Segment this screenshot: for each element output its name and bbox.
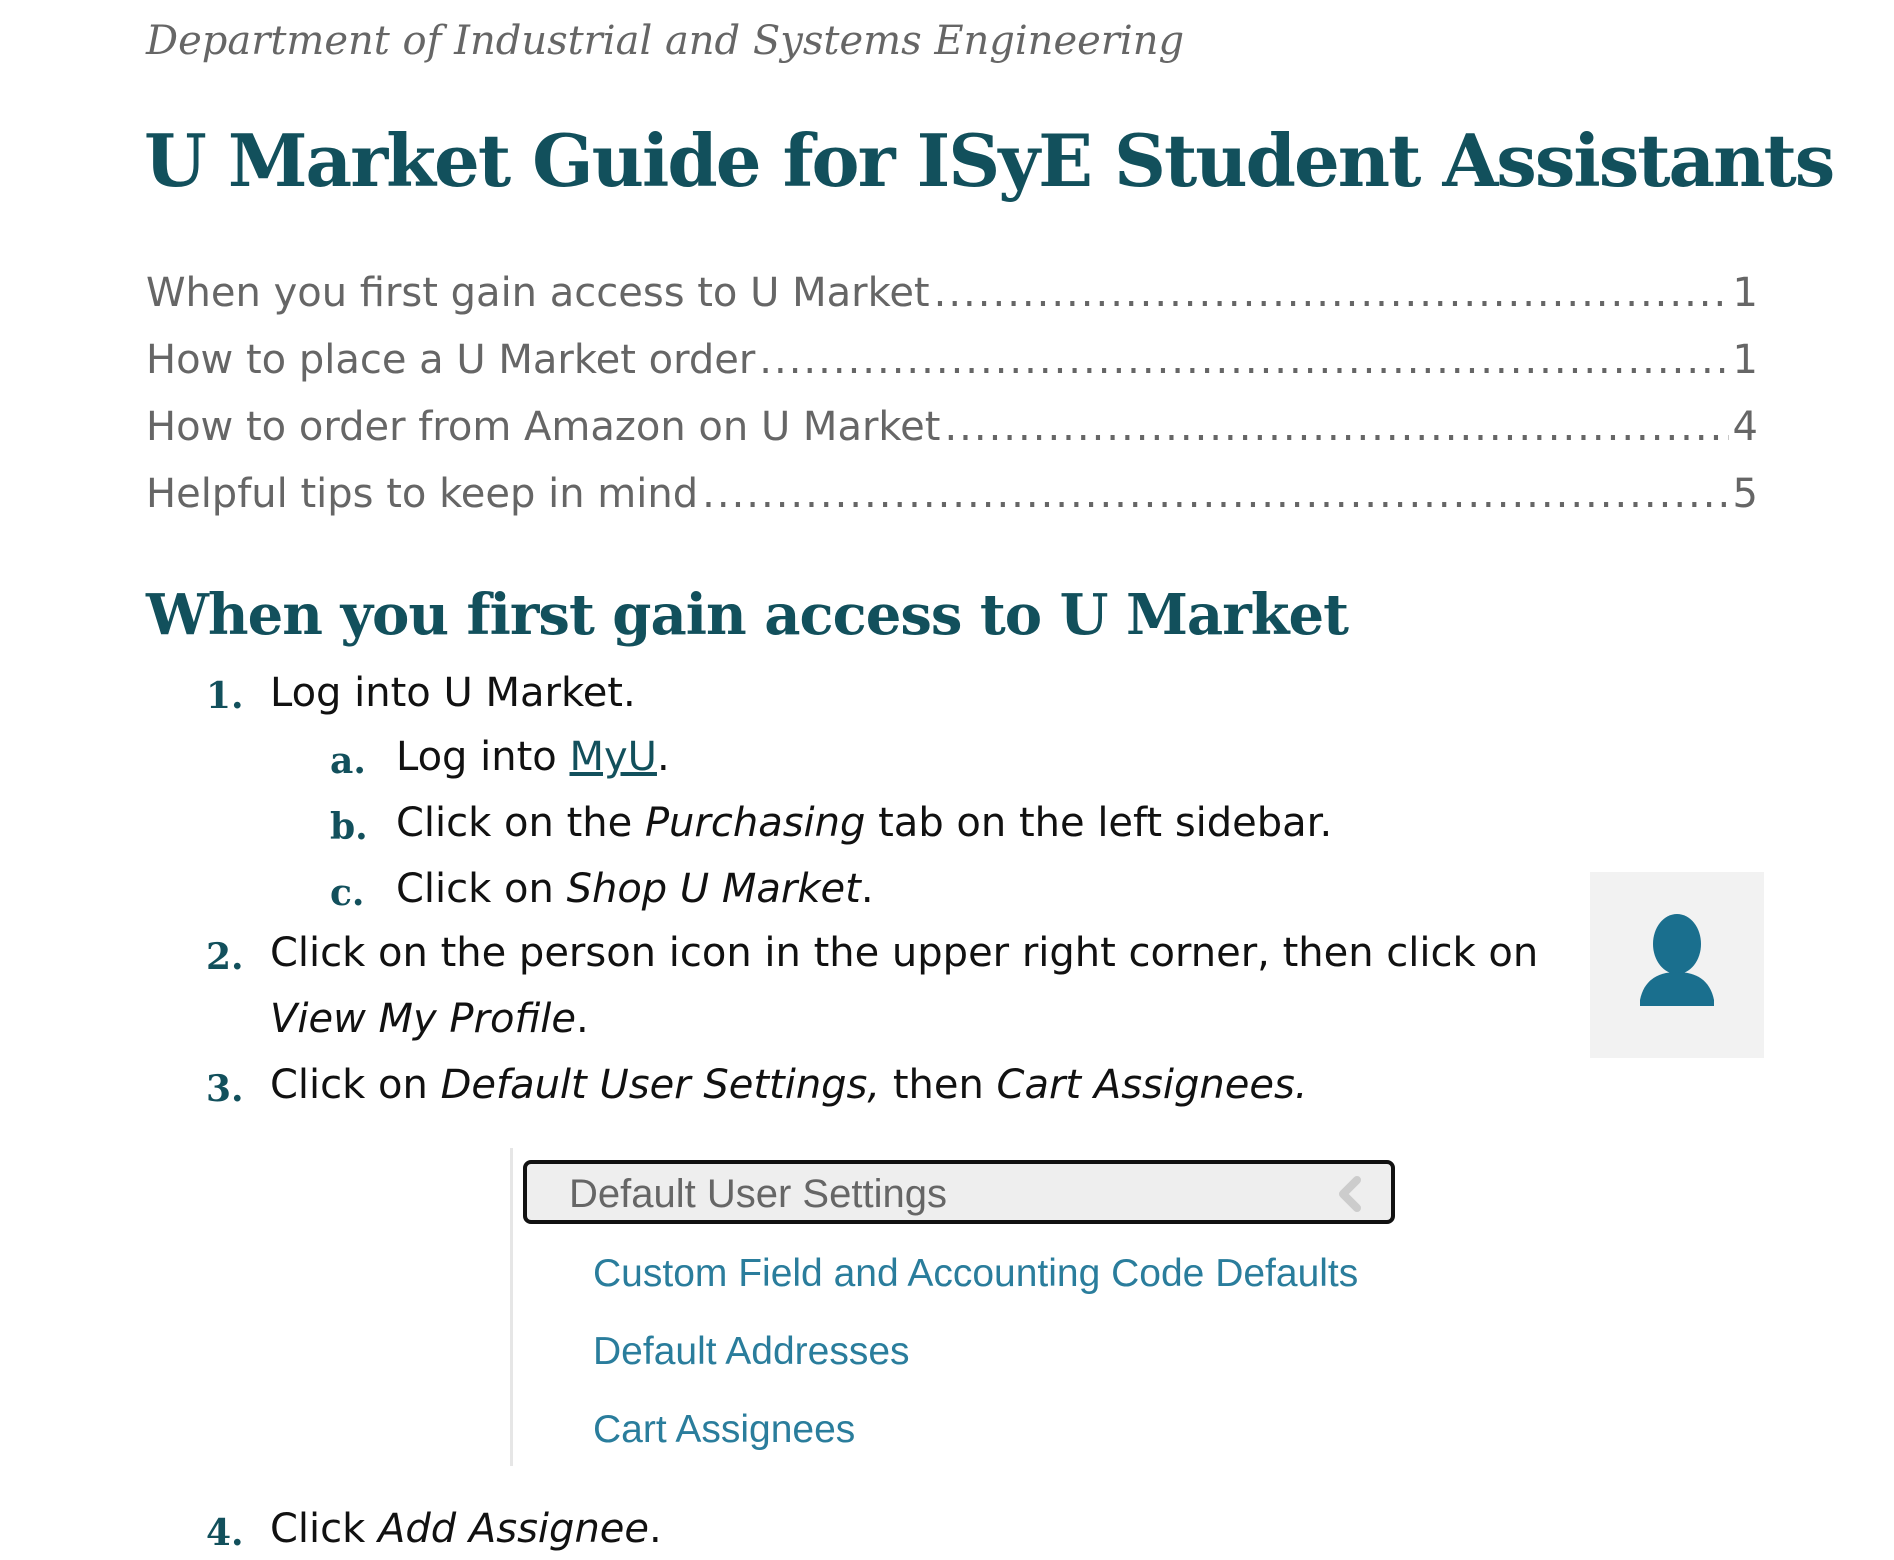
step-text: Click on the person icon in the upper ri…	[270, 930, 1539, 976]
department-name: Department of Industrial and Systems Eng…	[146, 18, 1185, 64]
toc-entry[interactable]: How to place a U Market order ..........…	[146, 337, 1758, 404]
step-emphasis: View My Profile	[270, 996, 577, 1042]
default-user-settings-screenshot: Default User Settings Custom Field and A…	[510, 1148, 1403, 1466]
toc-entry-text: How to order from Amazon on U Market	[146, 404, 941, 450]
chevron-left-icon	[1339, 1176, 1361, 1212]
step-text-part: Click on	[270, 1062, 441, 1108]
substep-text: Click on the Purchasing tab on the left …	[396, 800, 1332, 846]
step-number: 1.	[206, 675, 244, 717]
toc-page-number: 1	[1732, 337, 1758, 383]
step-text: Click Add Assignee.	[270, 1506, 662, 1552]
menu-item-cart-assignees[interactable]: Cart Assignees	[593, 1408, 855, 1452]
menu-item-default-addresses[interactable]: Default Addresses	[593, 1330, 910, 1374]
step-text-part: .	[649, 1506, 662, 1552]
toc-entry[interactable]: When you first gain access to U Market .…	[146, 270, 1758, 337]
toc-entry[interactable]: Helpful tips to keep in mind ...........…	[146, 471, 1758, 538]
toc-entry-text: When you first gain access to U Market	[146, 270, 930, 316]
substep-letter: b.	[330, 806, 368, 848]
substep-text: Log into MyU.	[396, 734, 670, 780]
substep-text-part: .	[860, 866, 874, 912]
step-text: Log into U Market.	[270, 670, 636, 716]
document-page: Department of Industrial and Systems Eng…	[0, 0, 1894, 1560]
substep-emphasis: Purchasing	[644, 800, 866, 846]
default-user-settings-header[interactable]: Default User Settings	[523, 1160, 1395, 1224]
substep-letter: a.	[330, 740, 366, 782]
substep-letter: c.	[330, 872, 365, 914]
toc-leader: ........................................…	[759, 337, 1728, 383]
substep-text-part: Click on	[396, 866, 567, 912]
toc-entry-text: Helpful tips to keep in mind	[146, 471, 699, 517]
step-text: Click on Default User Settings, then Car…	[270, 1062, 1308, 1108]
toc-leader: ........................................…	[944, 404, 1728, 450]
toc-leader: ........................................…	[933, 270, 1729, 316]
page-title: U Market Guide for ISyE Student Assistan…	[144, 118, 1835, 203]
step-text-continued: View My Profile.	[270, 996, 589, 1042]
substep-emphasis: Shop U Market	[566, 866, 861, 912]
substep-text-part: Click on the	[396, 800, 645, 846]
myu-link[interactable]: MyU	[570, 734, 657, 780]
toc-page-number: 5	[1732, 471, 1758, 517]
step-emphasis: Cart Assignees.	[996, 1062, 1308, 1108]
toc-page-number: 1	[1732, 270, 1758, 316]
toc-page-number: 4	[1732, 404, 1758, 450]
step-emphasis: Add Assignee	[378, 1506, 650, 1552]
step-text-part: then	[880, 1062, 997, 1108]
substep-text: Click on Shop U Market.	[396, 866, 874, 912]
step-text-part: Click	[270, 1506, 379, 1552]
person-icon	[1640, 914, 1714, 1006]
step-number: 3.	[206, 1068, 244, 1110]
toc-entry-text: How to place a U Market order	[146, 337, 756, 383]
step-text-part: .	[576, 996, 589, 1042]
section-heading: When you first gain access to U Market	[146, 582, 1349, 648]
step-number: 4.	[206, 1512, 244, 1554]
toc-leader: ........................................…	[702, 471, 1728, 517]
step-emphasis: Default User Settings,	[440, 1062, 881, 1108]
toc-entry[interactable]: How to order from Amazon on U Market ...…	[146, 404, 1758, 471]
menu-item-custom-field-defaults[interactable]: Custom Field and Accounting Code Default…	[593, 1252, 1358, 1296]
table-of-contents: When you first gain access to U Market .…	[146, 270, 1758, 538]
substep-text-part: tab on the left sidebar.	[865, 800, 1333, 846]
substep-text-part: Log into	[396, 734, 570, 780]
step-number: 2.	[206, 936, 244, 978]
default-user-settings-label: Default User Settings	[569, 1172, 947, 1216]
substep-text-part: .	[656, 734, 670, 780]
person-icon-screenshot	[1590, 872, 1764, 1058]
